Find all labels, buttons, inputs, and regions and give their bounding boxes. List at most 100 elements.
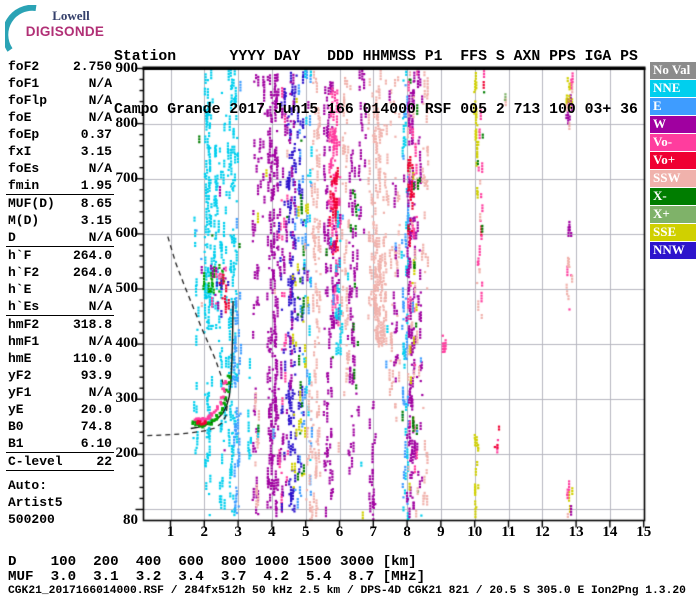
param-label: B0 <box>8 419 24 434</box>
legend-item-xm: X- <box>650 188 696 205</box>
param-label: M(D) <box>8 213 40 228</box>
autoscaling-info: Auto: Artist5 500200 <box>8 477 112 528</box>
param-value: 264.0 <box>72 248 112 263</box>
autoscaling-line: 500200 <box>8 512 55 527</box>
param-label: foF2 <box>8 59 40 74</box>
legend-item-w: W <box>650 116 696 133</box>
y-tick-label: 600 <box>115 224 139 241</box>
param-row-fmin: fmin 1.95 <box>8 177 112 194</box>
param-label: foEs <box>8 161 40 176</box>
param-row-hf: h`F 264.0 <box>8 247 112 264</box>
param-value: 8.65 <box>80 196 112 211</box>
param-label: foEp <box>8 127 40 142</box>
param-row-d: D N/A <box>8 229 112 246</box>
param-label: h`E <box>8 282 32 297</box>
legend-item-xp: X+ <box>650 206 696 223</box>
logo-lowell-text: Lowell <box>52 8 90 23</box>
x-tick-label: 11 <box>501 524 516 540</box>
param-row-foep: foEp 0.37 <box>8 126 112 143</box>
param-label: fmin <box>8 178 40 193</box>
y-tick-label: 200 <box>115 445 139 462</box>
legend-item-nnw: NNW <box>650 242 696 259</box>
legend-item-vop: Vo+ <box>650 152 696 169</box>
y-tick-label: 80 <box>123 511 138 528</box>
legend-item-vom: Vo- <box>650 134 696 151</box>
y-tick-label: 400 <box>115 335 139 352</box>
param-value: 93.9 <box>80 368 112 383</box>
x-tick-label: 2 <box>200 524 209 540</box>
param-row-hmf2: hmF2 318.8 <box>8 316 112 333</box>
dmuf-table: D 100 200 400 600 800 1000 1500 3000 [km… <box>8 555 425 585</box>
param-row-he: h`E N/A <box>8 281 112 298</box>
param-row-foflp: foFlp N/A <box>8 92 112 109</box>
x-tick-label: 6 <box>335 524 344 540</box>
param-value: 3.15 <box>80 144 112 159</box>
param-label: foF1 <box>8 76 40 91</box>
param-label: foE <box>8 110 32 125</box>
echo-type-legend: No Val NNE E W Vo- Vo+ SSW X- X+ SSE NNW <box>650 62 696 260</box>
x-tick-label: 14 <box>602 524 618 540</box>
param-row-hmf1: hmF1 N/A <box>8 333 112 350</box>
param-value: 318.8 <box>72 317 112 332</box>
param-row-foes: foEs N/A <box>8 160 112 177</box>
digisonde-ionogram-screen: Lowell DIGISONDE Station YYYY DAY DDD HH… <box>0 0 700 600</box>
dmuf-row-muf: MUF 3.0 3.1 3.2 3.4 3.7 4.2 5.4 8.7 [MHz… <box>8 569 426 585</box>
param-value: N/A <box>88 76 112 91</box>
station-header: Station YYYY DAY DDD HHMMSS P1 FFS S AXN… <box>114 14 638 154</box>
param-row-hme: hmE 110.0 <box>8 350 112 367</box>
x-tick-label: 9 <box>437 524 445 540</box>
param-label: D <box>8 230 16 245</box>
param-label: MUF(D) <box>8 196 55 211</box>
param-row-fof1: foF1 N/A <box>8 75 112 92</box>
x-tick-label: 1 <box>166 524 175 540</box>
legend-item-e: E <box>650 98 696 115</box>
param-label: yF2 <box>8 368 32 383</box>
x-tick-label: 10 <box>467 524 483 540</box>
x-tick-label: 8 <box>403 524 411 540</box>
param-row-foe: foE N/A <box>8 109 112 126</box>
x-tick-label: 13 <box>568 524 584 540</box>
param-value: 264.0 <box>72 265 112 280</box>
y-tick-label: 800 <box>115 114 139 131</box>
legend-item-sse: SSE <box>650 224 696 241</box>
param-row-md: M(D) 3.15 <box>8 212 112 229</box>
param-value: N/A <box>88 93 112 108</box>
logo-digisonde-text: DIGISONDE <box>25 24 105 39</box>
param-row-yf2: yF2 93.9 <box>8 367 112 384</box>
header-line-labels: Station YYYY DAY DDD HHMMSS P1 FFS S AXN… <box>114 49 638 65</box>
x-tick-label: 12 <box>534 524 550 540</box>
param-label: yF1 <box>8 385 32 400</box>
legend-item-nne: NNE <box>650 80 696 97</box>
param-label: h`F <box>8 248 32 263</box>
param-row-fxi: fxI 3.15 <box>8 143 112 160</box>
param-value: 74.8 <box>80 419 112 434</box>
param-label: foFlp <box>8 93 48 108</box>
param-label: yE <box>8 402 24 417</box>
x-tick-label: 3 <box>234 524 242 540</box>
param-row-mufd: MUF(D) 8.65 <box>8 195 112 212</box>
param-row-yf1: yF1 N/A <box>8 384 112 401</box>
param-row-fof2: foF2 2.750 <box>8 58 112 75</box>
param-label: hmF1 <box>8 334 40 349</box>
param-label: hmE <box>8 351 32 366</box>
param-label: h`F2 <box>8 265 40 280</box>
y-tick-label: 900 <box>115 59 139 76</box>
dmuf-row-d: D 100 200 400 600 800 1000 1500 3000 [km… <box>8 554 417 570</box>
param-separator <box>6 470 114 471</box>
param-label: B1 <box>8 436 24 451</box>
param-row-hf2: h`F2 264.0 <box>8 264 112 281</box>
x-tick-label: 5 <box>301 524 310 540</box>
x-tick-label: 4 <box>268 524 276 540</box>
y-tick-label: 500 <box>115 279 139 296</box>
param-label: fxI <box>8 144 32 159</box>
param-value: 110.0 <box>72 351 112 366</box>
lowell-digisonde-logo: Lowell DIGISONDE <box>5 5 107 52</box>
x-tick-label: 15 <box>636 524 652 540</box>
param-row-clevel: C-level 22 <box>8 453 112 470</box>
autoscaling-line: Auto: <box>8 478 48 493</box>
header-line-values: Campo Grande 2017 Jun15 166 014000 RSF 0… <box>114 101 638 118</box>
y-tick-label: 700 <box>115 169 139 186</box>
param-label: h`Es <box>8 299 40 314</box>
legend-item-noval: No Val <box>650 62 696 79</box>
legend-item-ssw: SSW <box>650 170 696 187</box>
